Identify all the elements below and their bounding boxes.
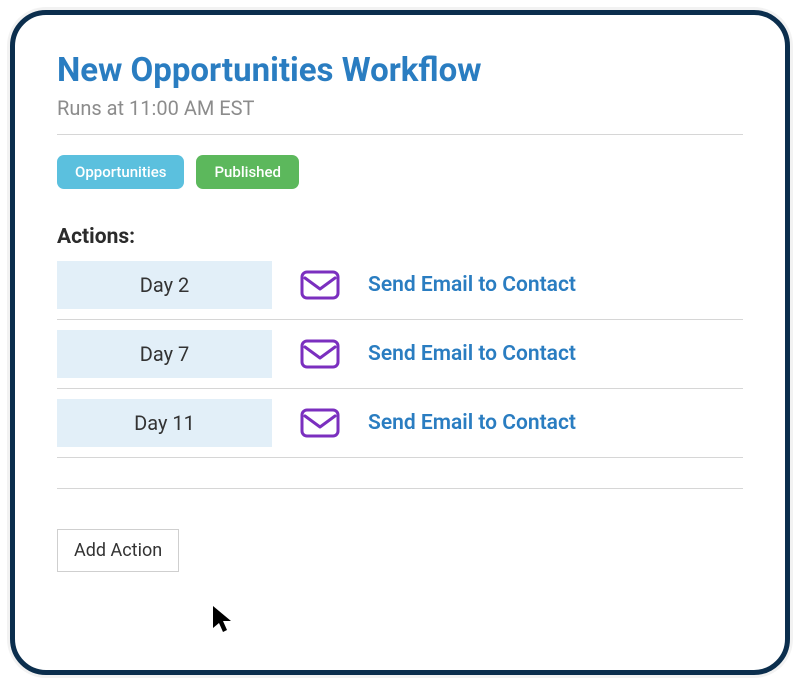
action-link[interactable]: Send Email to Contact [368,411,576,435]
add-action-button[interactable]: Add Action [57,529,179,572]
day-chip[interactable]: Day 7 [57,330,272,378]
envelope-icon [300,270,340,300]
envelope-icon [300,339,340,369]
workflow-title: New Opportunities Workflow [57,51,743,90]
badge-row: Opportunities Published [57,155,743,189]
action-row: Day 11 Send Email to Contact [57,389,743,458]
header-divider [57,134,743,135]
workflow-card: New Opportunities Workflow Runs at 11:00… [10,10,790,675]
action-link[interactable]: Send Email to Contact [368,342,576,366]
envelope-icon [300,408,340,438]
action-row: Day 7 Send Email to Contact [57,320,743,389]
action-row: Day 2 Send Email to Contact [57,261,743,320]
category-badge[interactable]: Opportunities [57,155,184,189]
footer-divider [57,488,743,489]
day-chip[interactable]: Day 2 [57,261,272,309]
actions-heading: Actions: [57,225,743,249]
day-chip[interactable]: Day 11 [57,399,272,447]
workflow-schedule: Runs at 11:00 AM EST [57,96,743,120]
action-link[interactable]: Send Email to Contact [368,273,576,297]
cursor-icon [211,604,235,634]
status-badge[interactable]: Published [196,155,299,189]
actions-list: Day 2 Send Email to Contact Day 7 Send E… [57,261,743,458]
